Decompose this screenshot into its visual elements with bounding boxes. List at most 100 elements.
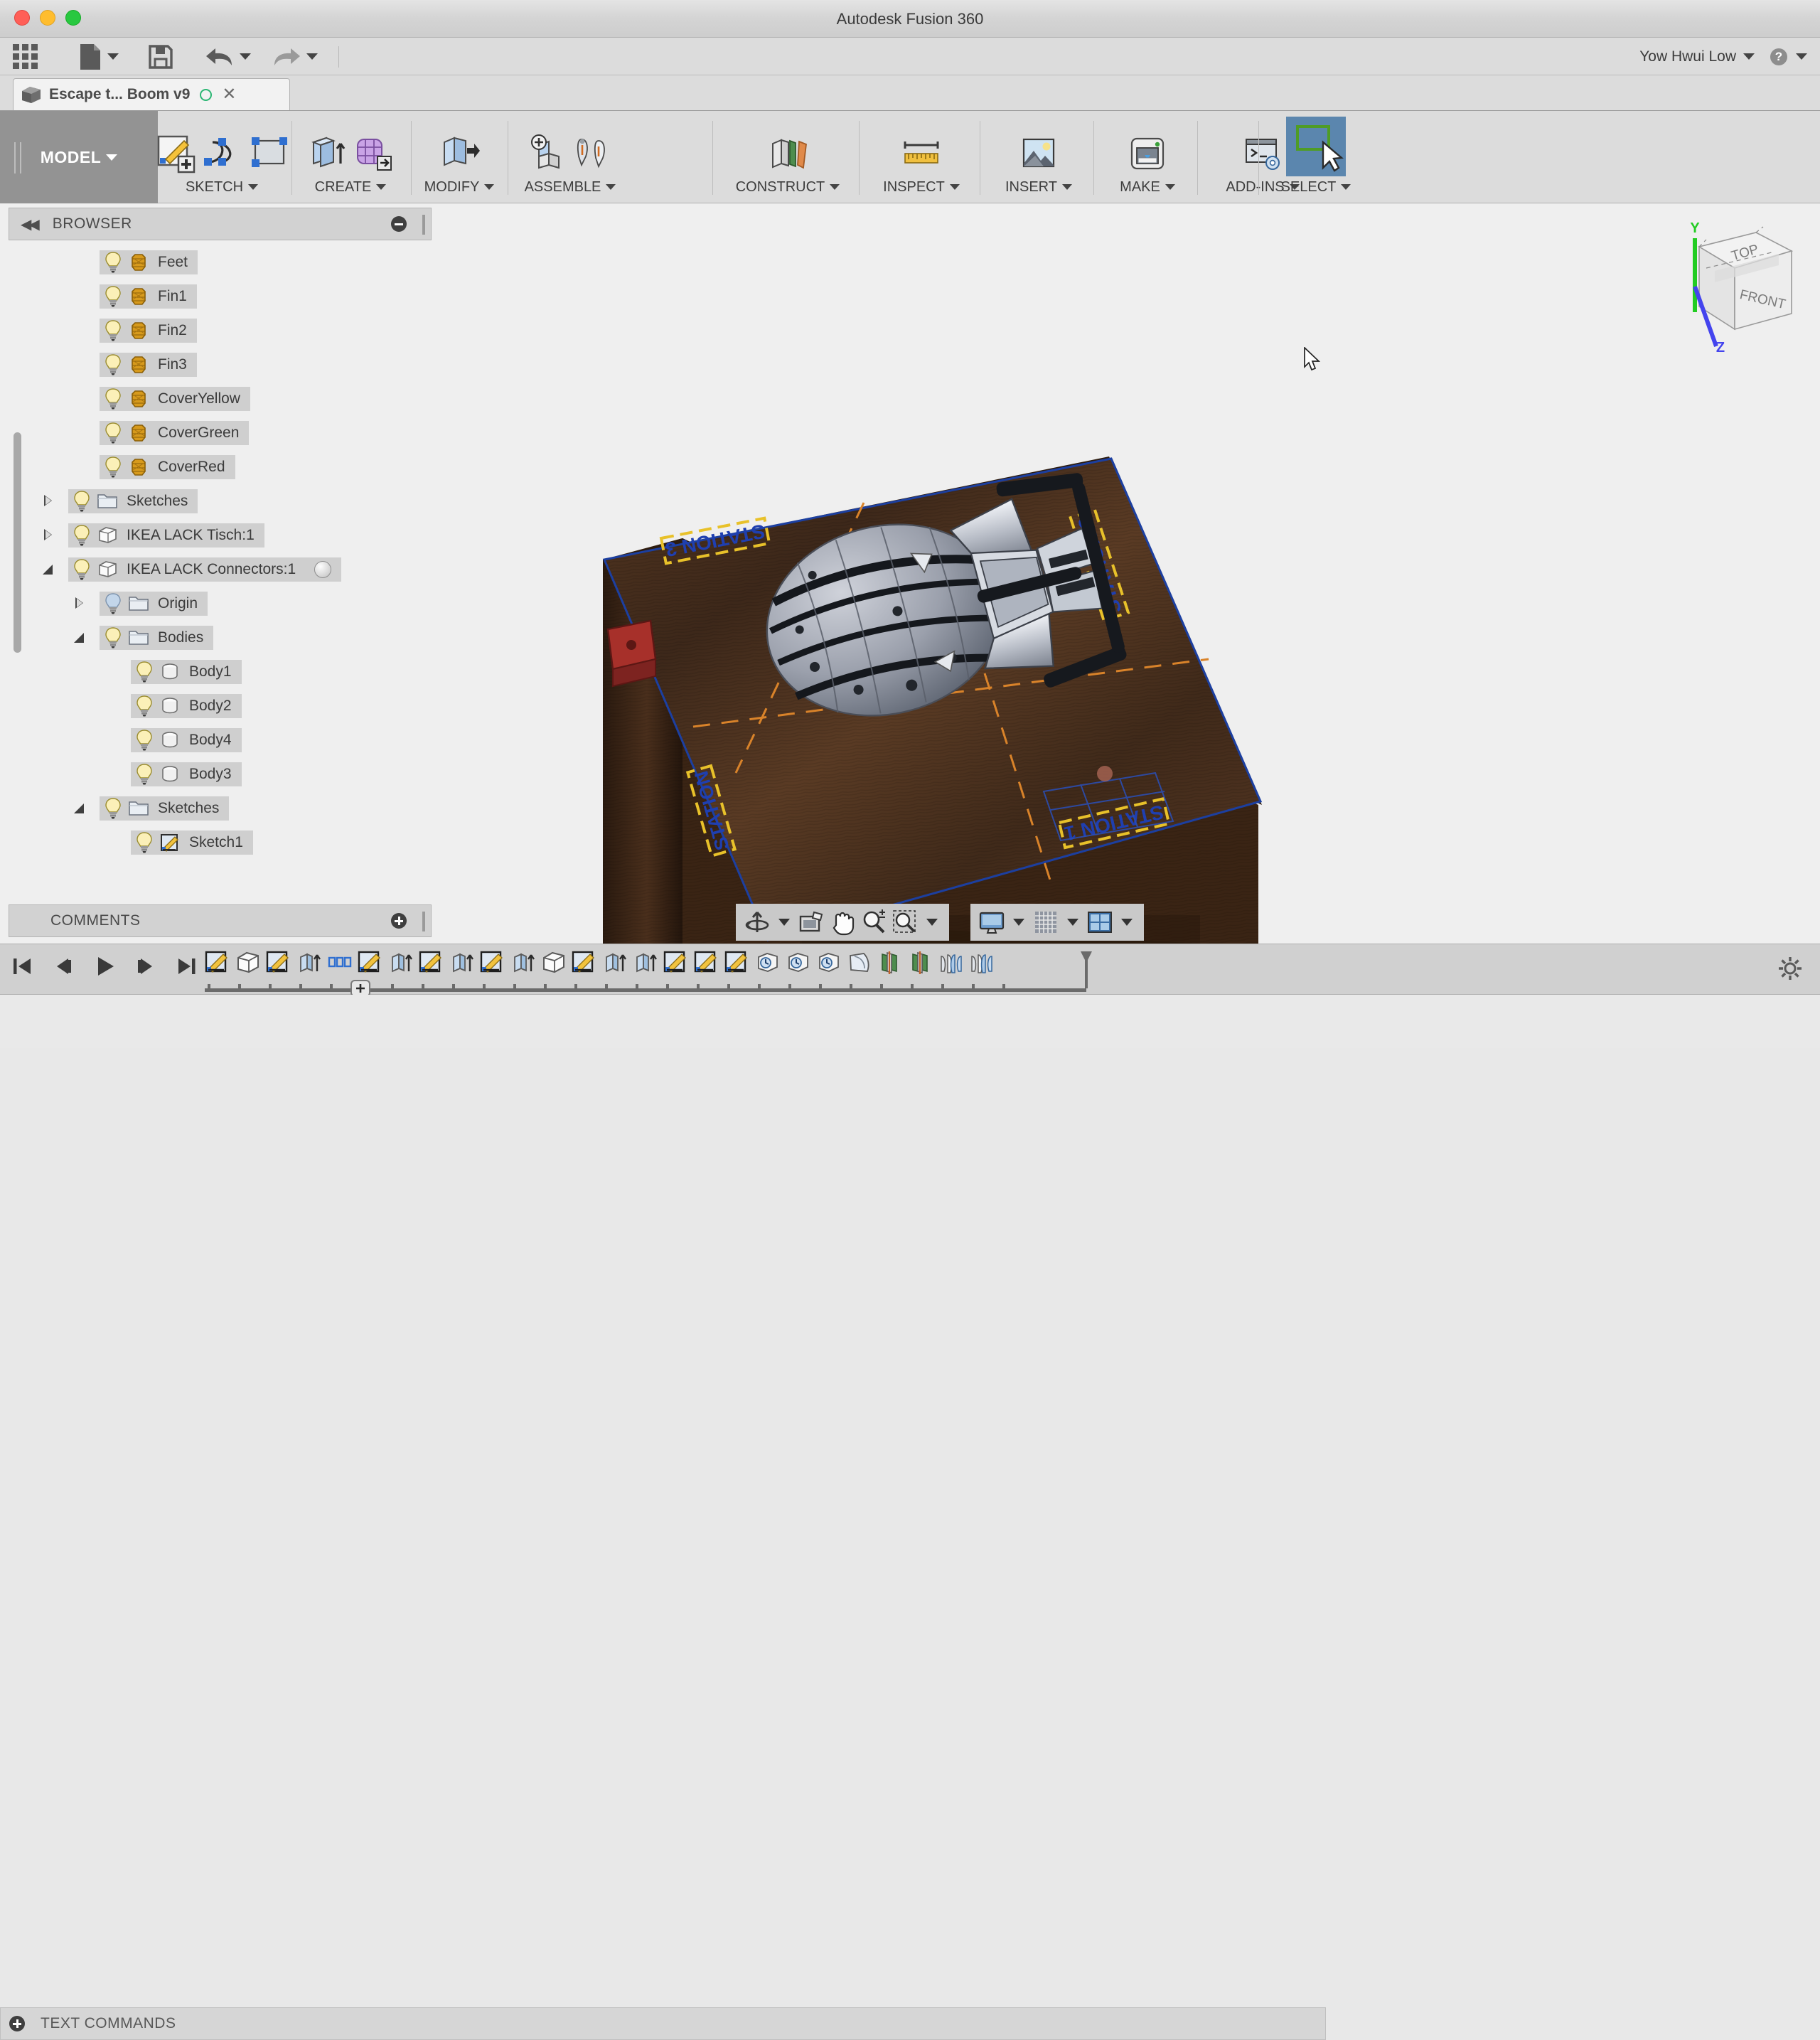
timeline-feature-extrude-15[interactable] — [633, 950, 658, 977]
visibility-bulb-icon[interactable] — [135, 661, 154, 683]
collapse-arrow-icon[interactable] — [73, 631, 87, 645]
step-back-icon[interactable] — [51, 954, 75, 978]
tree-item-chip[interactable]: Body3 — [131, 762, 242, 786]
visibility-bulb-icon[interactable] — [73, 559, 91, 580]
timeline-feature-extrude-7[interactable] — [388, 950, 414, 977]
display-settings-icon[interactable] — [978, 908, 1006, 936]
spline-icon[interactable] — [200, 132, 244, 176]
visibility-bulb-icon[interactable] — [73, 525, 91, 546]
timeline-feature-joint-23[interactable] — [877, 950, 903, 977]
timeline-feature-pattern-5[interactable] — [327, 950, 353, 977]
collapse-arrow-icon[interactable] — [41, 562, 55, 577]
timeline-feature-mirror-26[interactable] — [969, 950, 995, 977]
gear-icon[interactable] — [1777, 956, 1803, 981]
timeline-feature-revolve-20[interactable] — [786, 950, 811, 977]
go-to-end-icon[interactable] — [175, 954, 199, 978]
orbit-icon[interactable] — [743, 908, 771, 936]
tree-item-feet[interactable]: Feet — [28, 245, 434, 279]
comments-panel-header[interactable]: COMMENTS — [9, 904, 432, 937]
expand-arrow-icon[interactable] — [41, 494, 55, 508]
select-window-icon[interactable] — [1286, 117, 1346, 176]
timeline-feature-fillet-22[interactable] — [847, 950, 872, 977]
visibility-bulb-icon[interactable] — [104, 286, 122, 307]
chevron-down-icon[interactable] — [830, 184, 840, 190]
pan-icon[interactable] — [828, 908, 857, 936]
chevron-down-icon[interactable] — [606, 184, 616, 190]
chevron-down-icon[interactable] — [1165, 184, 1175, 190]
timeline-feature-mirror-25[interactable] — [938, 950, 964, 977]
zoom-icon[interactable] — [860, 908, 888, 936]
collapse-arrow-icon[interactable] — [73, 801, 87, 816]
visibility-bulb-icon[interactable] — [104, 627, 122, 648]
visibility-bulb-icon[interactable] — [73, 491, 91, 512]
zoom-window-icon[interactable] — [891, 908, 919, 936]
visibility-bulb-icon[interactable] — [104, 354, 122, 375]
timeline-feature-extrude-14[interactable] — [602, 950, 628, 977]
tree-item-sketches[interactable]: Sketches — [28, 791, 434, 826]
timeline-feature-revolve-19[interactable] — [755, 950, 781, 977]
tree-item-chip[interactable]: Body4 — [131, 728, 242, 752]
tree-item-fin1[interactable]: Fin1 — [28, 279, 434, 314]
tree-item-coverred[interactable]: CoverRed — [28, 450, 434, 484]
timeline-feature-sketch-3[interactable] — [266, 950, 291, 977]
look-at-icon[interactable] — [797, 908, 825, 936]
visibility-bulb-icon[interactable] — [104, 252, 122, 273]
chevron-down-icon[interactable] — [484, 184, 495, 190]
create-sketch-icon[interactable] — [153, 132, 197, 176]
tree-item-sketches[interactable]: Sketches — [28, 484, 434, 518]
new-component-icon[interactable] — [525, 132, 569, 176]
workspace-switcher[interactable]: MODEL — [0, 111, 158, 203]
visibility-bulb-icon[interactable] — [104, 456, 122, 478]
undo-button[interactable] — [205, 38, 251, 75]
tree-item-chip[interactable]: CoverYellow — [100, 387, 250, 411]
minimize-icon[interactable] — [391, 216, 407, 232]
tree-item-body1[interactable]: Body1 — [28, 655, 434, 689]
redo-button[interactable] — [272, 38, 318, 75]
timeline-feature-sketch-13[interactable] — [572, 950, 597, 977]
visibility-bulb-icon[interactable] — [104, 320, 122, 341]
tree-item-coveryellow[interactable]: CoverYellow — [28, 382, 434, 416]
visibility-bulb-icon[interactable] — [104, 593, 122, 614]
expand-comments-icon[interactable] — [391, 913, 407, 929]
view-cube[interactable]: TOP FRONT Y Z — [1672, 213, 1807, 356]
tree-item-chip[interactable]: Body2 — [131, 694, 242, 718]
user-menu-label[interactable]: Yow Hwui Low — [1639, 38, 1736, 75]
timeline-feature-revolve-21[interactable] — [816, 950, 842, 977]
tree-item-chip[interactable]: IKEA LACK Connectors:1 — [68, 557, 342, 582]
chevron-down-icon[interactable] — [376, 184, 387, 190]
timeline-feature-extrude-9[interactable] — [449, 950, 475, 977]
tree-item-chip[interactable]: CoverGreen — [100, 421, 250, 445]
save-button[interactable] — [148, 38, 173, 75]
go-to-beginning-icon[interactable] — [10, 954, 34, 978]
timeline-feature-sketch-8[interactable] — [419, 950, 444, 977]
tree-item-fin3[interactable]: Fin3 — [28, 348, 434, 382]
show-data-panel-button[interactable] — [13, 38, 38, 75]
tree-item-chip[interactable]: Sketches — [100, 796, 230, 821]
timeline-feature-sketch-10[interactable] — [480, 950, 505, 977]
chevron-down-icon[interactable] — [926, 919, 938, 926]
help-icon[interactable]: ? — [1770, 48, 1787, 65]
tree-item-body4[interactable]: Body4 — [28, 723, 434, 757]
expand-arrow-icon[interactable] — [73, 597, 87, 611]
visibility-bulb-icon[interactable] — [135, 832, 154, 853]
document-tab[interactable]: Escape t... Boom v9 ✕ — [13, 78, 290, 110]
tree-item-covergreen[interactable]: CoverGreen — [28, 416, 434, 450]
collapse-browser-icon[interactable]: ◀◀ — [21, 215, 40, 233]
tree-item-chip[interactable]: Fin2 — [100, 319, 197, 343]
tree-item-chip[interactable]: Fin3 — [100, 353, 197, 377]
form-icon[interactable] — [352, 132, 396, 176]
extrude-icon[interactable] — [305, 132, 349, 176]
visibility-bulb-icon[interactable] — [104, 422, 122, 444]
play-icon[interactable] — [92, 954, 117, 978]
browser-scrollbar-thumb[interactable] — [14, 432, 21, 653]
component-activate-toggle[interactable] — [314, 561, 332, 578]
tree-item-origin[interactable]: Origin — [28, 587, 434, 621]
chevron-down-icon[interactable] — [248, 184, 259, 190]
tree-item-ikea-lack-connectors-1[interactable]: IKEA LACK Connectors:1 — [28, 552, 434, 587]
tree-item-chip[interactable]: Feet — [100, 250, 198, 274]
visibility-bulb-icon[interactable] — [135, 695, 154, 717]
timeline-feature-sketch-16[interactable] — [663, 950, 689, 977]
chevron-down-icon[interactable] — [949, 184, 960, 190]
tree-item-chip[interactable]: Sketches — [68, 489, 198, 513]
timeline-feature-extrude-11[interactable] — [510, 950, 536, 977]
